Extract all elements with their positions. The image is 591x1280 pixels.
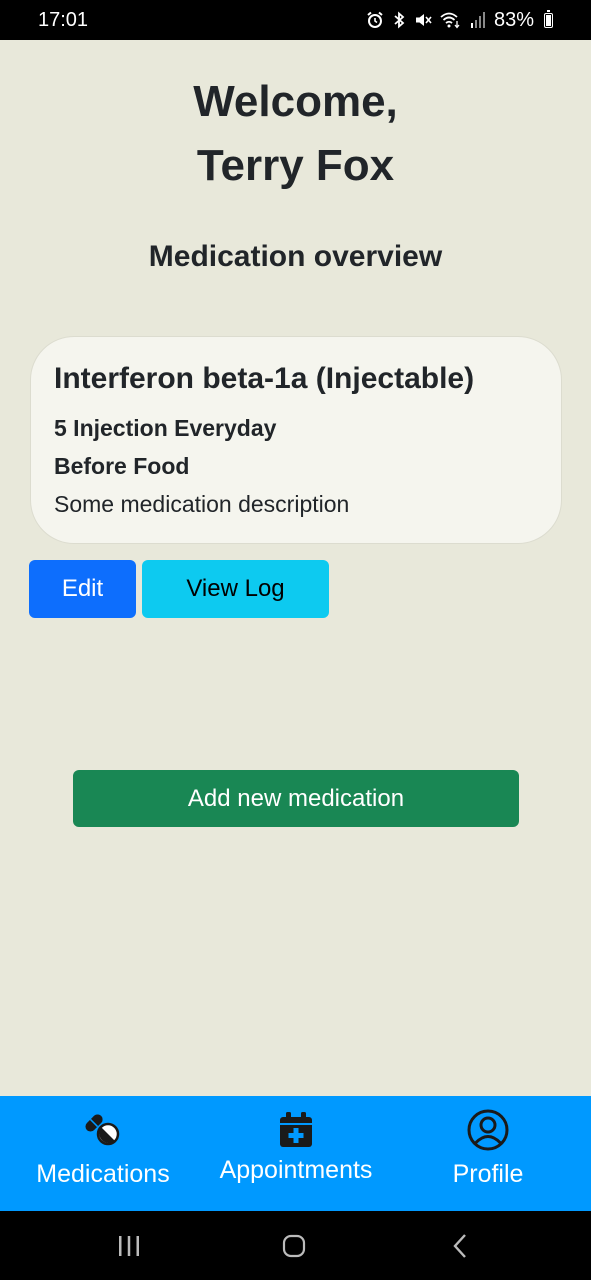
add-medication-button[interactable]: Add new medication <box>73 770 519 827</box>
calendar-plus-icon <box>280 1112 312 1147</box>
battery-percent: 83% <box>493 8 534 31</box>
recent-apps-button[interactable] <box>113 1228 145 1264</box>
section-title: Medication overview <box>148 240 443 273</box>
home-button[interactable] <box>279 1228 309 1264</box>
nav-item-profile[interactable]: Profile <box>428 1096 548 1211</box>
system-nav-bar <box>0 1211 591 1280</box>
nav-label-appointments: Appointments <box>219 1156 373 1184</box>
medication-card: Interferon beta-1a (Injectable) 5 Inject… <box>30 336 562 544</box>
nav-label-profile: Profile <box>452 1160 524 1188</box>
signal-icon <box>470 12 485 28</box>
status-time: 17:01 <box>38 8 89 31</box>
back-icon <box>453 1234 466 1258</box>
nav-item-appointments[interactable]: Appointments <box>205 1096 387 1211</box>
status-bar: 17:01 83% <box>0 0 591 40</box>
battery-icon <box>544 9 553 28</box>
edit-button[interactable]: Edit <box>29 560 136 618</box>
nav-item-medications[interactable]: Medications <box>25 1096 181 1211</box>
recent-apps-icon <box>119 1236 139 1256</box>
medication-description: Some medication description <box>54 491 350 517</box>
view-log-button[interactable]: View Log <box>142 560 329 618</box>
mute-icon <box>415 14 432 26</box>
home-icon <box>282 1234 306 1258</box>
medication-frequency: 5 Injection Everyday <box>54 415 277 441</box>
wifi-icon <box>440 12 460 29</box>
nav-label-medications: Medications <box>36 1160 170 1188</box>
medication-name: Interferon beta-1a (Injectable) <box>54 362 475 395</box>
bluetooth-icon <box>394 11 405 29</box>
user-name: Terry Fox <box>196 141 395 190</box>
status-icons: 83% <box>366 9 553 32</box>
welcome-line: Welcome, <box>193 77 398 126</box>
welcome-heading: Welcome, Terry Fox <box>0 70 591 198</box>
alarm-icon <box>367 11 383 28</box>
bottom-nav: Medications Appointments Profile <box>0 1096 591 1211</box>
medication-timing: Before Food <box>54 453 190 479</box>
user-circle-icon <box>467 1109 509 1151</box>
back-button[interactable] <box>448 1228 472 1264</box>
pills-icon <box>85 1114 120 1146</box>
